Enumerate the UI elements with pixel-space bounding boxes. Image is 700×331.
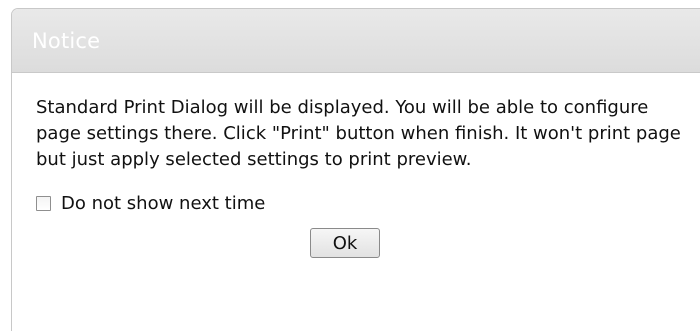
dialog-header: Notice [12,9,700,73]
dialog-message: Standard Print Dialog will be displayed.… [36,97,681,170]
notice-dialog: Notice Standard Print Dialog will be dis… [11,8,700,331]
do-not-show-checkbox[interactable] [36,196,51,211]
do-not-show-row: Do not show next time [36,193,674,214]
do-not-show-label[interactable]: Do not show next time [61,193,265,214]
page: Notice Standard Print Dialog will be dis… [0,0,700,331]
button-row: Ok [36,228,674,258]
dialog-title: Notice [32,28,101,53]
dialog-body: Standard Print Dialog will be displayed.… [12,73,700,258]
ok-button[interactable]: Ok [310,228,380,258]
